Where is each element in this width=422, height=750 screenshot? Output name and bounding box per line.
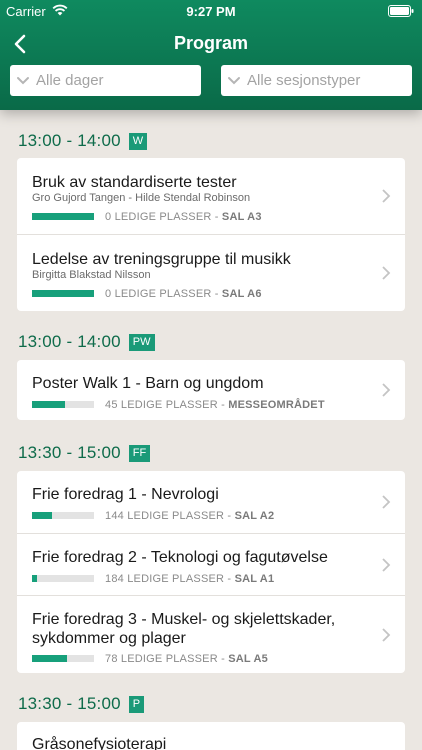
section-header: 13:30 - 15:00 P	[18, 693, 145, 715]
capacity-bar	[32, 512, 94, 519]
capacity-bar-fill	[32, 290, 94, 297]
session-type-badge: W	[128, 132, 148, 150]
session-title: Frie foredrag 1 - Nevrologi	[32, 486, 219, 503]
separator: -	[224, 510, 235, 522]
capacity-bar	[32, 213, 94, 220]
session-row[interactable]: Frie foredrag 2 - Teknologi og fagutøvel…	[17, 533, 405, 595]
separator: -	[211, 288, 222, 300]
app-header: Carrier 9:27 PM Program Alle dager Alle …	[0, 0, 422, 110]
session-row[interactable]: Bruk av standardiserte tester Gro Gujord…	[17, 158, 405, 234]
day-filter-select[interactable]: Alle dager	[10, 65, 201, 96]
section-time: 13:00 - 14:00	[18, 332, 121, 351]
chevron-right-icon	[382, 189, 391, 203]
session-type-badge: FF	[128, 444, 151, 462]
session-title: Gråsonefysioterapi	[32, 736, 167, 750]
status-time: 9:27 PM	[186, 4, 236, 19]
capacity-bar-fill	[32, 655, 67, 662]
status-bar: Carrier 9:27 PM	[0, 0, 422, 22]
battery-icon	[388, 5, 414, 17]
capacity-text: 0 LEDIGE PLASSER - SAL A6	[105, 288, 262, 300]
capacity-bar-fill	[32, 512, 52, 519]
session-title: Frie foredrag 2 - Teknologi og fagutøvel…	[32, 549, 328, 566]
capacity-text: 45 LEDIGE PLASSER - MESSEOMRÅDET	[105, 399, 325, 411]
session-title: Poster Walk 1 - Barn og ungdom	[32, 375, 264, 392]
capacity-bar	[32, 655, 94, 662]
separator: -	[224, 573, 235, 585]
session-row[interactable]: Gråsonefysioterapi	[17, 722, 405, 750]
session-speakers: Gro Gujord Tangen - Hilde Stendal Robins…	[32, 192, 251, 204]
room-name: SAL A1	[234, 573, 275, 585]
session-type-badge: PW	[128, 333, 155, 351]
capacity-text: 184 LEDIGE PLASSER - SAL A1	[105, 573, 274, 585]
nav-bar: Program	[0, 26, 422, 62]
capacity-text: 144 LEDIGE PLASSER - SAL A2	[105, 510, 274, 522]
capacity-bar-fill	[32, 401, 65, 408]
session-title: Ledelse av treningsgruppe til musikk	[32, 251, 291, 268]
section-time: 13:30 - 15:00	[18, 694, 121, 713]
separator: -	[217, 653, 229, 665]
separator: -	[217, 399, 229, 411]
session-type-filter-select[interactable]: Alle sesjonstyper	[221, 65, 412, 96]
capacity-bar	[32, 401, 94, 408]
section-header: 13:30 - 15:00 FF	[18, 442, 151, 464]
session-type-badge: P	[128, 695, 145, 713]
seats-available: 144 LEDIGE PLASSER	[105, 510, 225, 522]
session-card: Frie foredrag 1 - Nevrologi 144 LEDIGE P…	[17, 471, 405, 673]
section-time: 13:30 - 15:00	[18, 443, 121, 462]
room-name: MESSEOMRÅDET	[228, 399, 325, 411]
session-speakers: Birgitta Blakstad Nilsson	[32, 269, 151, 281]
capacity-bar-fill	[32, 575, 37, 582]
chevron-down-icon	[17, 76, 29, 84]
session-title: Bruk av standardiserte tester	[32, 174, 237, 191]
session-card: Poster Walk 1 - Barn og ungdom 45 LEDIGE…	[17, 360, 405, 420]
session-row[interactable]: Frie foredrag 1 - Nevrologi 144 LEDIGE P…	[17, 471, 405, 533]
session-row[interactable]: Poster Walk 1 - Barn og ungdom 45 LEDIGE…	[17, 360, 405, 420]
day-filter-value: Alle dager	[36, 72, 104, 89]
section-header: 13:00 - 14:00 W	[18, 130, 148, 152]
page-title: Program	[173, 33, 249, 53]
capacity-bar	[32, 575, 94, 582]
session-title: Frie foredrag 3 - Muskel- og skjelettska…	[32, 611, 336, 647]
session-row[interactable]: Frie foredrag 3 - Muskel- og skjelettska…	[17, 595, 405, 673]
separator: -	[211, 211, 222, 223]
room-name: SAL A3	[221, 211, 262, 223]
session-row[interactable]: Ledelse av treningsgruppe til musikk Bir…	[17, 234, 405, 311]
chevron-right-icon	[382, 266, 391, 280]
session-card: Bruk av standardiserte tester Gro Gujord…	[17, 158, 405, 311]
session-card: Gråsonefysioterapi	[17, 722, 405, 750]
seats-available: 45 LEDIGE PLASSER	[105, 399, 218, 411]
chevron-right-icon	[382, 558, 391, 572]
chevron-down-icon	[228, 76, 240, 84]
room-name: SAL A6	[221, 288, 262, 300]
seats-available: 78 LEDIGE PLASSER	[105, 653, 218, 665]
capacity-text: 0 LEDIGE PLASSER - SAL A3	[105, 211, 262, 223]
section-header: 13:00 - 14:00 PW	[18, 331, 155, 353]
seats-available: 0 LEDIGE PLASSER	[105, 288, 212, 300]
chevron-right-icon	[382, 495, 391, 509]
capacity-text: 78 LEDIGE PLASSER - SAL A5	[105, 653, 268, 665]
capacity-bar	[32, 290, 94, 297]
capacity-bar-fill	[32, 213, 94, 220]
chevron-right-icon	[382, 628, 391, 642]
room-name: SAL A5	[228, 653, 268, 665]
seats-available: 0 LEDIGE PLASSER	[105, 211, 212, 223]
seats-available: 184 LEDIGE PLASSER	[105, 573, 225, 585]
session-type-filter-value: Alle sesjonstyper	[247, 72, 361, 89]
section-time: 13:00 - 14:00	[18, 131, 121, 150]
chevron-right-icon	[382, 383, 391, 397]
room-name: SAL A2	[234, 510, 275, 522]
